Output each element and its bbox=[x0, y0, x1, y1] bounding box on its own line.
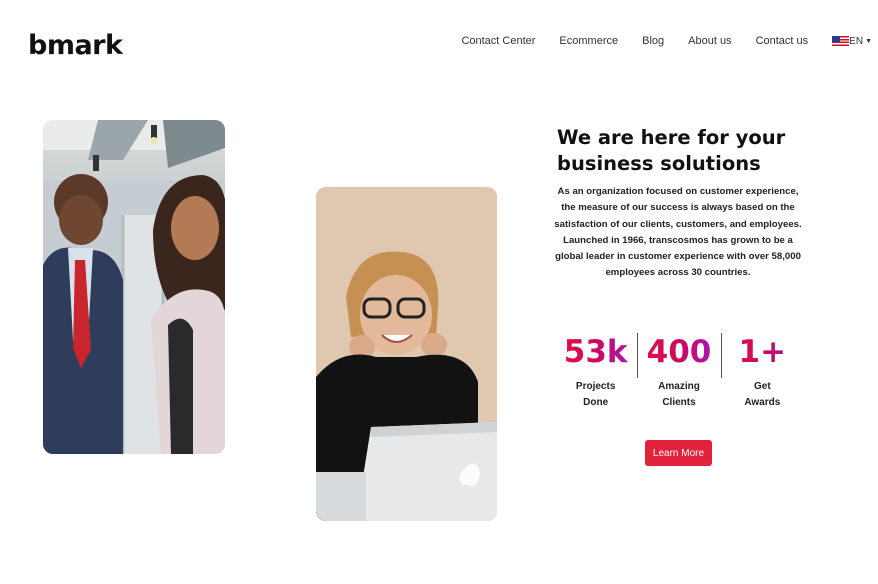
stat-label-line-1: Amazing bbox=[658, 381, 700, 392]
stats-row: 53k Projects Done 400 Amazing Clients 1+… bbox=[554, 333, 804, 411]
caret-down-icon: ▼ bbox=[865, 37, 872, 45]
nav-item-contact-us[interactable]: Contact us bbox=[756, 35, 809, 47]
stat-label-line-1: Projects bbox=[575, 381, 616, 392]
hero-title-line-1: We are here for your bbox=[557, 126, 786, 149]
stat-label: Get Awards bbox=[721, 379, 804, 411]
stat-value: 400 bbox=[637, 333, 720, 371]
stat-label-line-2: Clients bbox=[662, 397, 696, 408]
brand-logo[interactable]: bmark bbox=[28, 30, 123, 61]
language-selector[interactable]: EN ▼ bbox=[832, 36, 872, 47]
language-label: EN bbox=[849, 35, 864, 47]
stat-label: Amazing Clients bbox=[637, 379, 720, 411]
nav-item-about-us[interactable]: About us bbox=[688, 35, 731, 47]
nav-item-blog[interactable]: Blog bbox=[642, 35, 664, 47]
hero-title-line-2: business solutions bbox=[557, 152, 761, 175]
hero-photo-business-people bbox=[43, 120, 225, 454]
nav-item-contact-center[interactable]: Contact Center bbox=[461, 35, 535, 47]
main-nav: Contact Center Ecommerce Blog About us C… bbox=[437, 35, 872, 47]
stat-label-line-2: Done bbox=[583, 397, 609, 408]
hero-photo-smiling-woman bbox=[316, 187, 497, 521]
stat-clients: 400 Amazing Clients bbox=[637, 333, 720, 411]
learn-more-button[interactable]: Learn More bbox=[645, 440, 712, 466]
stat-value: 1+ bbox=[721, 333, 804, 371]
hero-description: As an organization focused on customer e… bbox=[554, 186, 802, 279]
stat-projects: 53k Projects Done bbox=[554, 333, 637, 411]
stat-awards: 1+ Get Awards bbox=[720, 333, 804, 411]
stat-label: Projects Done bbox=[554, 379, 637, 411]
stat-value: 53k bbox=[554, 333, 637, 371]
nav-item-ecommerce[interactable]: Ecommerce bbox=[559, 35, 618, 47]
stat-label-line-2: Awards bbox=[744, 397, 781, 408]
hero-title: We are here for your business solutions bbox=[557, 125, 797, 177]
us-flag-icon bbox=[832, 36, 850, 46]
stat-label-line-1: Get bbox=[753, 381, 771, 392]
